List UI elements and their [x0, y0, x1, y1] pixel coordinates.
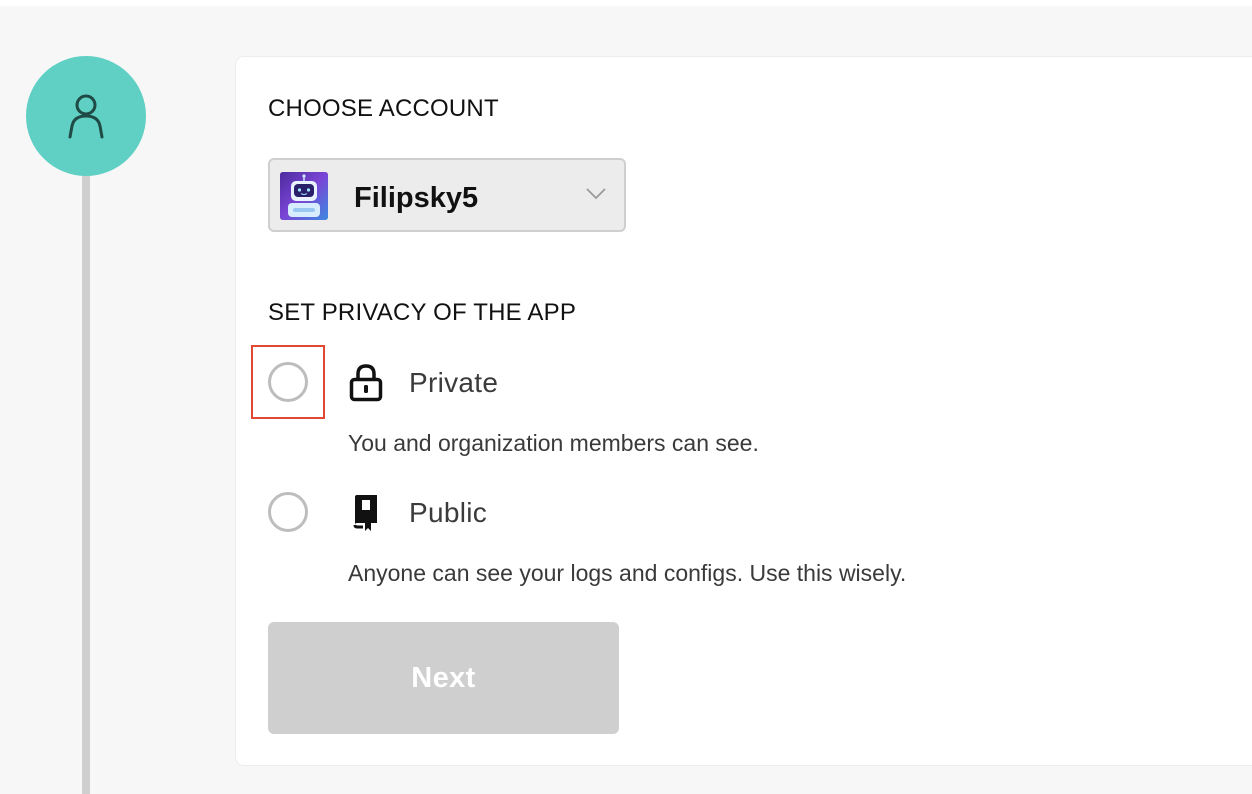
book-icon: [353, 495, 377, 531]
public-label[interactable]: Public: [409, 497, 487, 529]
chevron-down-icon: [586, 188, 606, 200]
account-name: Filipsky5: [354, 182, 479, 214]
account-avatar: [280, 172, 328, 220]
top-strip: [0, 0, 1252, 6]
choose-account-title: CHOOSE ACCOUNT: [268, 95, 499, 122]
user-icon: [68, 94, 104, 139]
private-label[interactable]: Private: [409, 367, 498, 399]
account-select[interactable]: Filipsky5: [268, 158, 626, 232]
next-button[interactable]: Next: [268, 622, 619, 734]
privacy-title: SET PRIVACY OF THE APP: [268, 299, 577, 326]
lock-icon: [349, 364, 383, 402]
stepper-line: [82, 170, 90, 794]
public-description: Anyone can see your logs and configs. Us…: [348, 560, 907, 586]
robot-avatar-icon: [280, 172, 328, 220]
private-description: You and organization members can see.: [348, 430, 759, 456]
public-radio[interactable]: [268, 492, 308, 532]
private-radio[interactable]: [268, 362, 308, 402]
stepper-step-account: [26, 56, 146, 176]
page: CHOOSE ACCOUNT Filipsky5 SET PRIVACY OF …: [0, 0, 1252, 794]
